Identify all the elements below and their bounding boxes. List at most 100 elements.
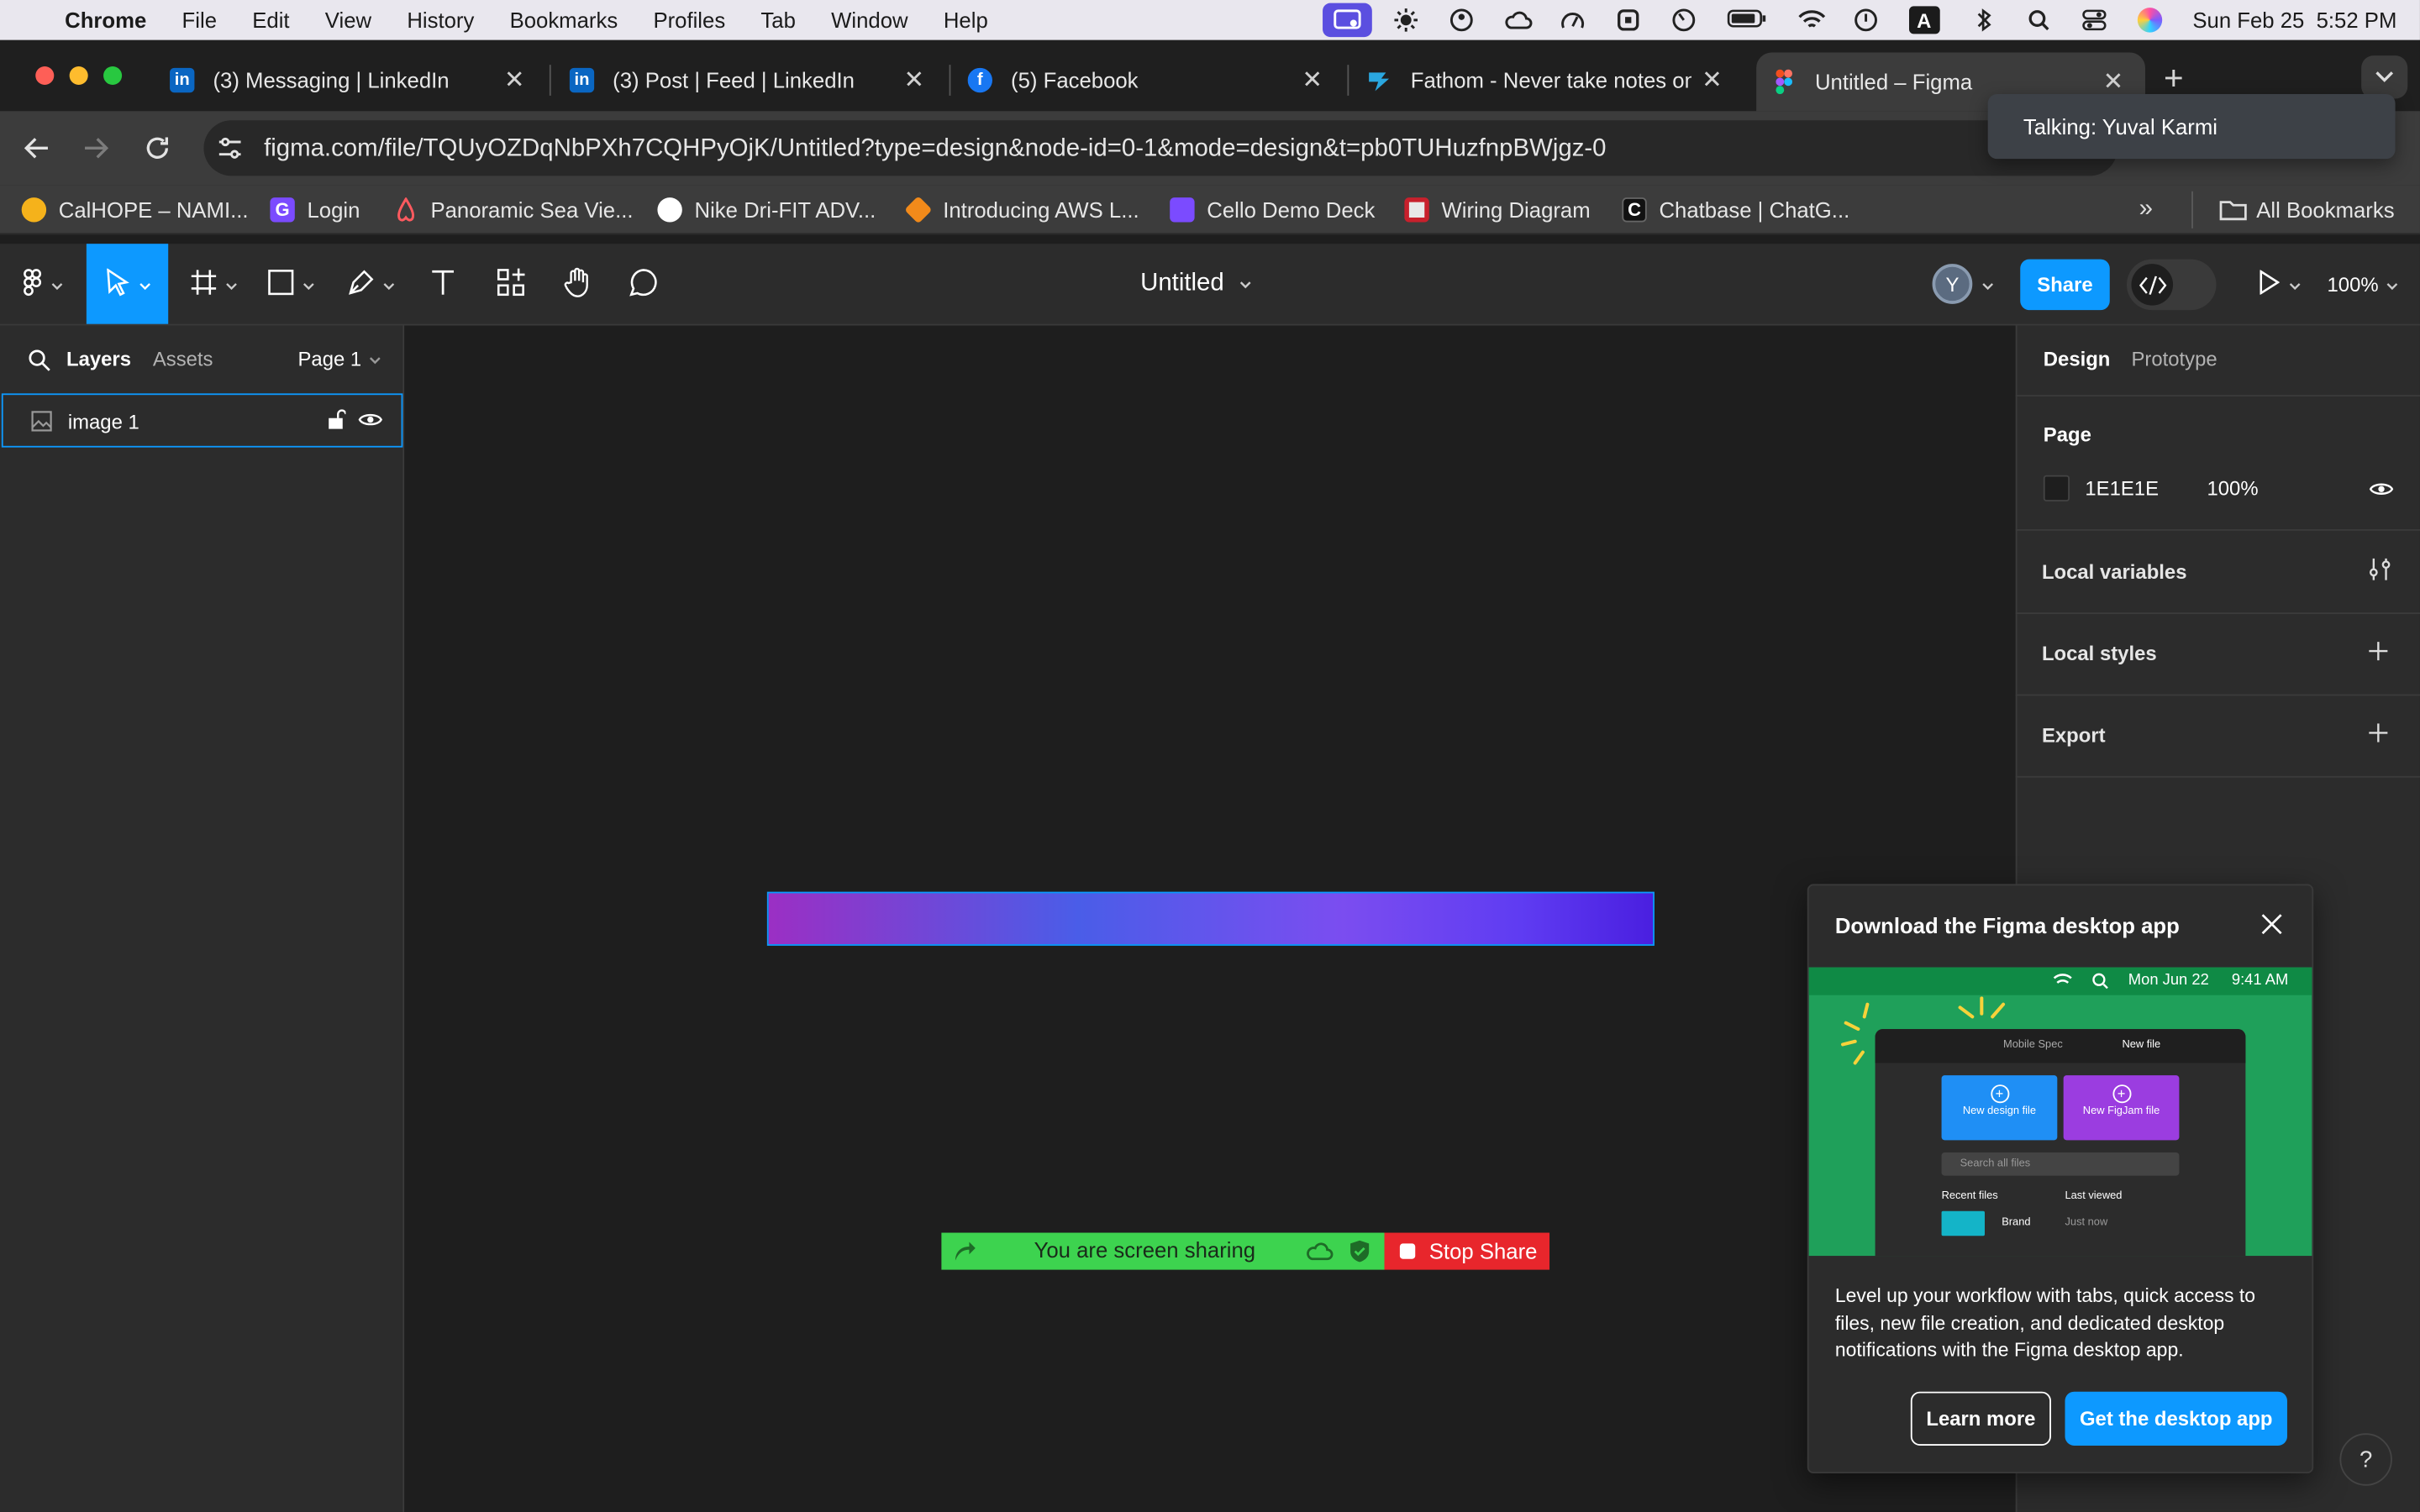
url-text[interactable]: figma.com/file/TQUyOZDqNbPXh7CQHPyOjK/Un… (264, 136, 1606, 164)
gauge-icon[interactable] (1560, 8, 1584, 32)
tab-prototype[interactable]: Prototype (2131, 347, 2217, 370)
image-1-layer[interactable] (766, 891, 1655, 946)
menu-help[interactable]: Help (944, 8, 988, 32)
menu-file[interactable]: File (182, 8, 217, 32)
bookmark-aws[interactable]: Introducing AWS L... (904, 196, 1139, 224)
close-icon[interactable] (2261, 913, 2283, 939)
search-icon[interactable] (28, 349, 51, 376)
clock-timer-icon[interactable] (1671, 8, 1696, 32)
learn-more-button[interactable]: Learn more (1910, 1391, 2051, 1446)
tab-fathom[interactable]: Fathom - Never take notes on ✕ (1367, 55, 1731, 105)
facebook-icon: f (967, 67, 992, 93)
menu-app-name[interactable]: Chrome (65, 8, 146, 32)
menu-profiles[interactable]: Profiles (653, 8, 725, 32)
reload-icon[interactable] (144, 134, 171, 167)
page-color-opacity[interactable]: 100% (2207, 477, 2258, 501)
gear-sun-icon[interactable] (1393, 8, 1418, 32)
bookmark-nike[interactable]: Nike Dri-FIT ADV... (657, 196, 876, 223)
tab-layers[interactable]: Layers (66, 347, 131, 370)
zoom-dropdown[interactable]: 100% (2320, 244, 2407, 324)
back-arrow-icon[interactable] (24, 134, 51, 167)
time-machine-icon[interactable] (1853, 8, 1877, 32)
menu-bookmarks[interactable]: Bookmarks (510, 8, 618, 32)
menu-window[interactable]: Window (831, 8, 908, 32)
main-menu-button[interactable] (9, 244, 77, 324)
bookmark-login[interactable]: G Login (270, 196, 360, 223)
tab-close-icon[interactable]: ✕ (1302, 65, 1323, 96)
help-button[interactable]: ? (2339, 1433, 2392, 1486)
local-styles-title[interactable]: Local styles (2042, 642, 2157, 665)
menu-history[interactable]: History (407, 8, 474, 32)
bookmarks-divider (2191, 191, 2193, 228)
share-button[interactable]: Share (2020, 259, 2110, 311)
control-center-icon[interactable] (2081, 8, 2106, 32)
bookmark-calhope[interactable]: CalHOPE – NAMI... (21, 196, 249, 223)
tab-close-icon[interactable]: ✕ (904, 65, 925, 96)
tab-close-icon[interactable]: ✕ (504, 65, 525, 96)
bookmark-wiring[interactable]: Wiring Diagram (1404, 196, 1591, 223)
tab-assets[interactable]: Assets (153, 347, 213, 370)
add-style-plus-icon[interactable] (2367, 640, 2389, 666)
menu-view[interactable]: View (325, 8, 371, 32)
shape-tool-button[interactable] (256, 244, 324, 324)
input-source-indicator[interactable]: A (1908, 6, 1940, 34)
multiplayer-avatar-button[interactable]: Y (1923, 244, 2004, 324)
tab-close-icon[interactable]: ✕ (2103, 66, 2124, 97)
window-close-button[interactable] (35, 66, 55, 86)
spotlight-search-icon[interactable] (2026, 8, 2050, 32)
all-bookmarks[interactable]: All Bookmarks (2219, 196, 2395, 223)
present-button[interactable] (2250, 244, 2309, 324)
tab-linkedin-messaging[interactable]: in (3) Messaging | LinkedIn ✕ (170, 55, 534, 105)
dev-mode-toggle[interactable] (2126, 259, 2217, 311)
frame-tool-button[interactable] (179, 244, 247, 324)
bookmark-label: CalHOPE – NAMI... (58, 197, 249, 223)
site-settings-icon[interactable] (218, 136, 242, 165)
menubar-datetime[interactable]: Sun Feb 25 5:52 PM (2192, 8, 2396, 32)
tab-facebook[interactable]: f (5) Facebook ✕ (967, 55, 1332, 105)
hand-icon (563, 266, 591, 302)
page-color-swatch[interactable] (2043, 475, 2070, 501)
local-variables-title[interactable]: Local variables (2042, 560, 2187, 584)
eye-icon[interactable] (2369, 480, 2394, 503)
hand-tool-button[interactable] (551, 244, 603, 324)
window-minimize-button[interactable] (69, 66, 88, 86)
bookmark-chatbase[interactable]: C Chatbase | ChatG... (1622, 196, 1849, 223)
cloud-sync-icon[interactable] (1504, 8, 1532, 32)
bookmark-cello[interactable]: Cello Demo Deck (1170, 196, 1375, 223)
window-zoom-button[interactable] (103, 66, 123, 86)
file-title-dropdown[interactable]: Untitled (1111, 244, 1281, 324)
resources-tool-button[interactable] (485, 244, 537, 324)
tab-search-chevron-icon[interactable] (2361, 55, 2408, 99)
tab-linkedin-feed[interactable]: in (3) Post | Feed | LinkedIn ✕ (569, 55, 934, 105)
get-desktop-app-button[interactable]: Get the desktop app (2065, 1391, 2287, 1446)
pen-tool-button[interactable] (336, 244, 404, 324)
text-tool-button[interactable] (417, 244, 469, 324)
page-selector[interactable]: Page 1 (297, 347, 381, 370)
menu-edit[interactable]: Edit (252, 8, 289, 32)
tab-design[interactable]: Design (2044, 347, 2111, 370)
talking-notification: Talking: Yuval Karmi (1987, 94, 2396, 160)
move-tool-button[interactable] (86, 244, 169, 324)
bookmark-airbnb[interactable]: Panoramic Sea Vie... (393, 196, 634, 223)
forward-arrow-icon[interactable] (82, 134, 109, 167)
variables-settings-icon[interactable] (2367, 557, 2391, 586)
design-canvas[interactable]: You are screen sharing Stop Share (404, 325, 2016, 1512)
export-title[interactable]: Export (2042, 723, 2106, 747)
unlock-icon[interactable] (327, 409, 347, 435)
bluetooth-icon[interactable] (1970, 8, 1995, 32)
accessibility-icon[interactable] (1449, 8, 1473, 32)
eye-icon[interactable] (358, 411, 383, 434)
siri-icon[interactable] (2137, 8, 2162, 33)
page-color-hex[interactable]: 1E1E1E (2085, 477, 2159, 501)
bookmarks-overflow-chevron-icon[interactable]: » (2139, 196, 2153, 223)
comment-tool-button[interactable] (618, 244, 670, 324)
stop-share-button[interactable]: Stop Share (1384, 1232, 1550, 1270)
layer-row[interactable]: image 1 (1, 393, 403, 448)
add-export-plus-icon[interactable] (2367, 722, 2389, 748)
tab-close-icon[interactable]: ✕ (1702, 65, 1723, 96)
new-tab-plus-icon[interactable]: + (2164, 59, 2184, 99)
square-app-icon[interactable] (1615, 8, 1639, 32)
wifi-icon[interactable] (1797, 8, 1825, 32)
menu-tab[interactable]: Tab (760, 8, 795, 32)
screen-share-status-icon[interactable] (1322, 3, 1372, 38)
